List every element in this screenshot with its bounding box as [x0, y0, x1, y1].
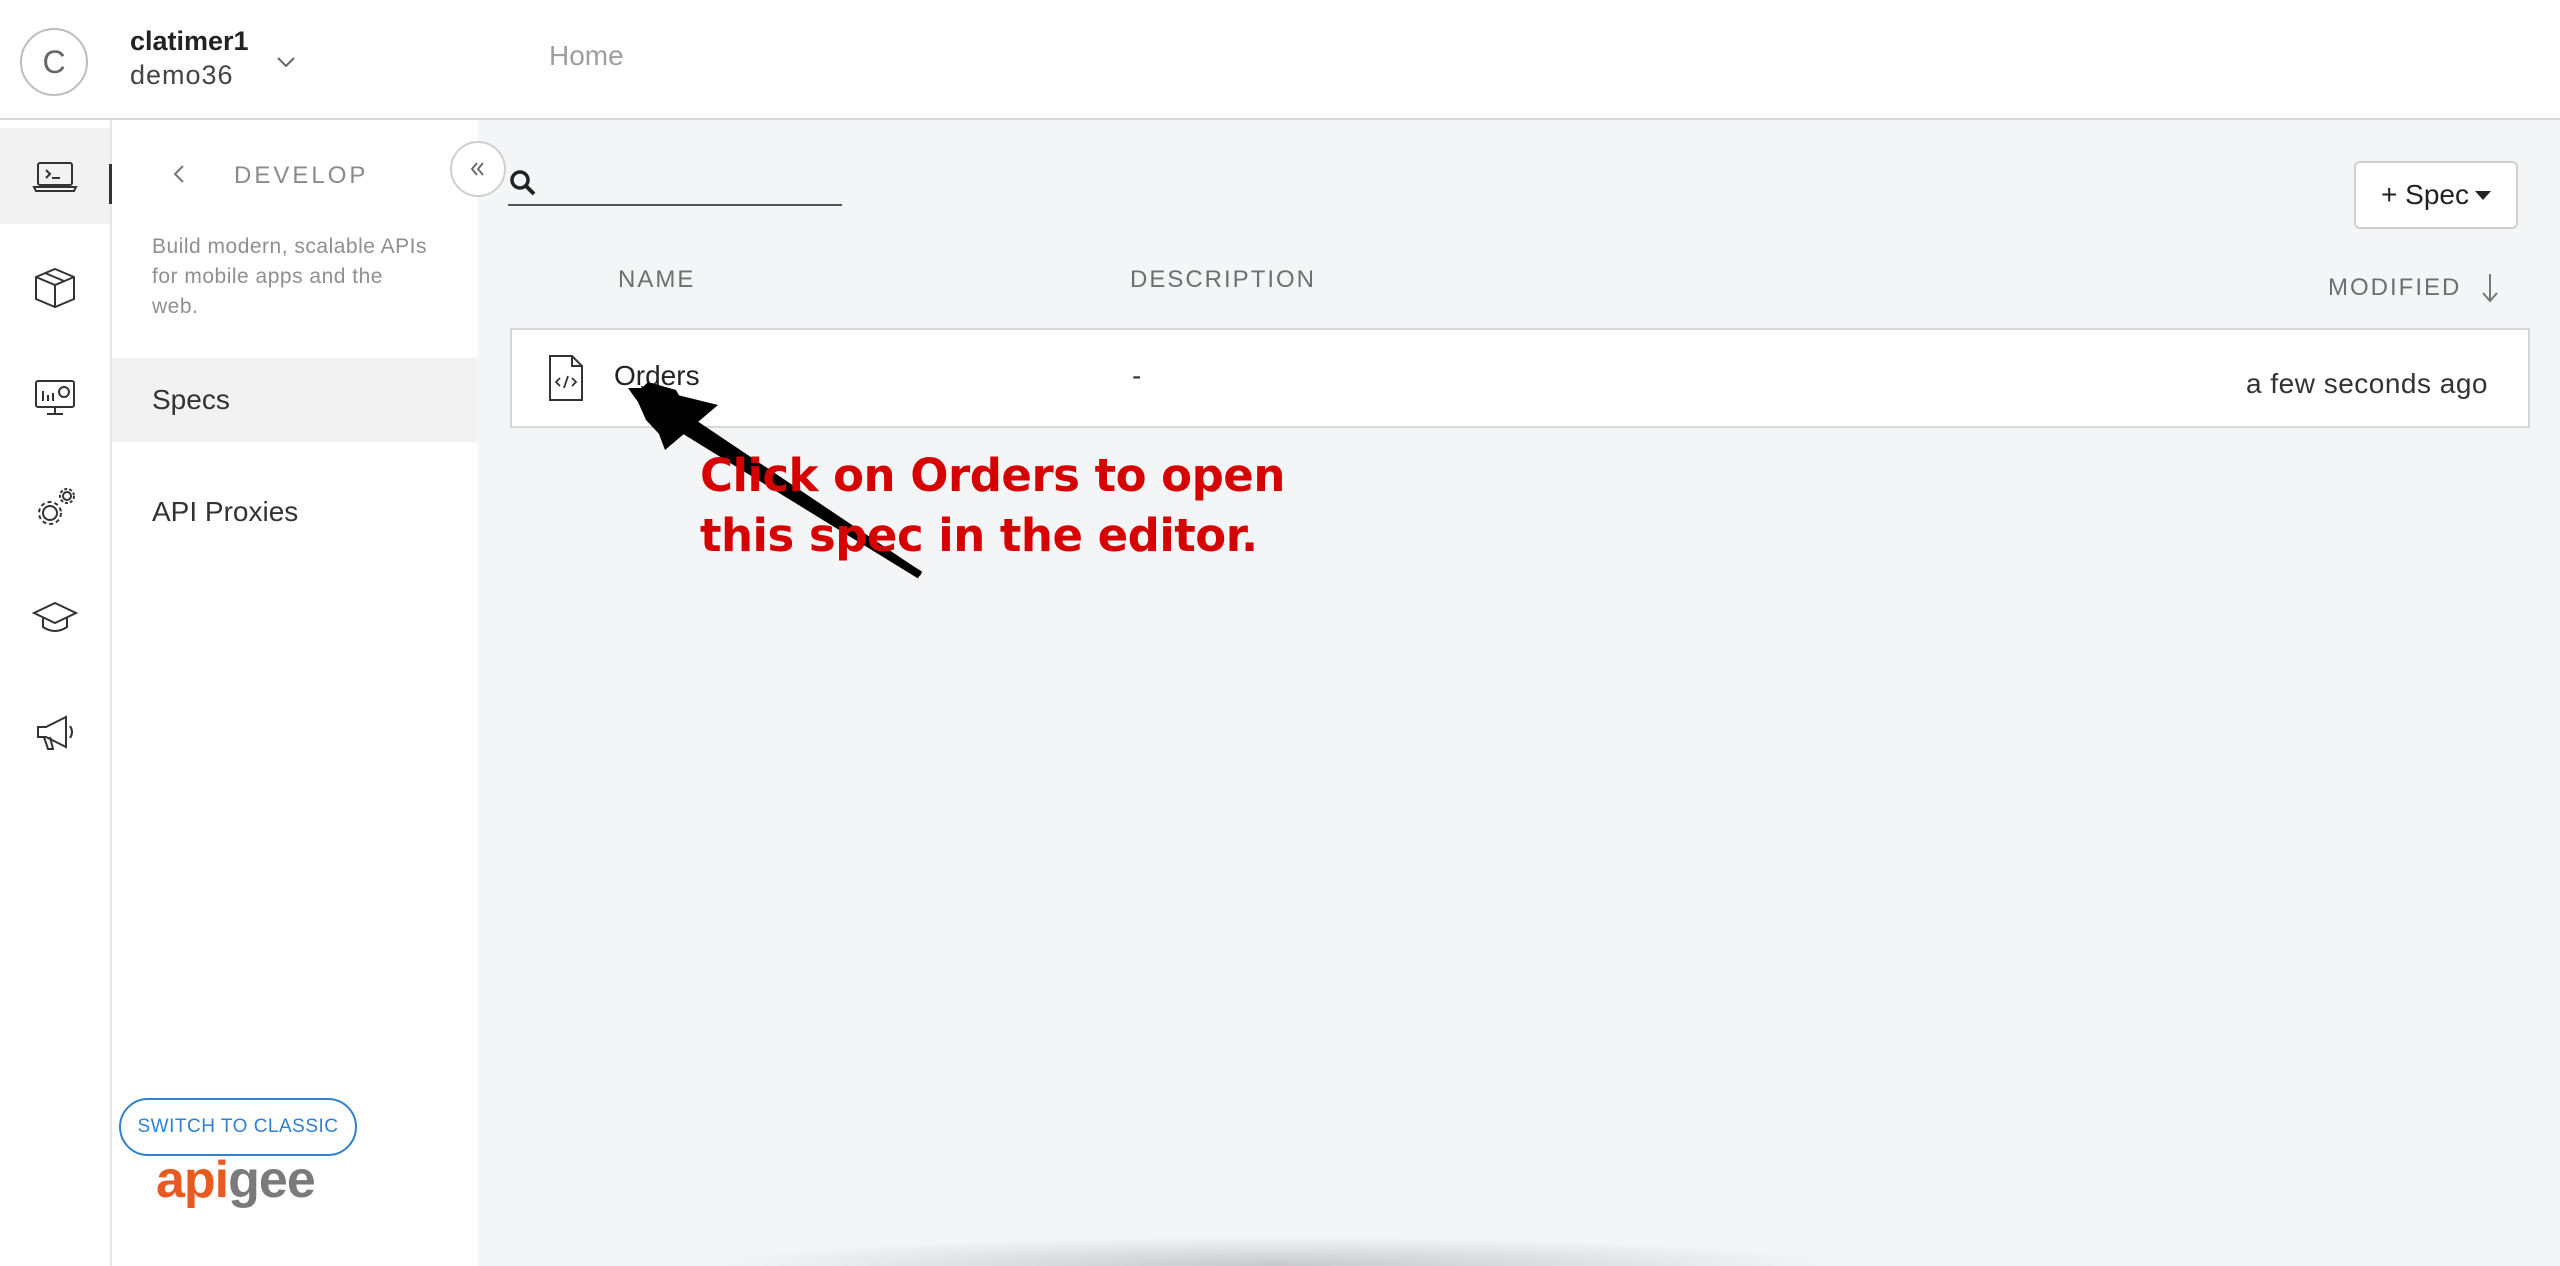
column-header-modified[interactable]: MODIFIED: [2328, 274, 2461, 302]
megaphone-icon: [37, 715, 73, 750]
code-file-icon: [549, 355, 583, 401]
collapse-panel-button[interactable]: [450, 141, 506, 197]
main-content: + Spec NAME DESCRIPTION MODIFIED Orders …: [478, 120, 2560, 1266]
rail-item-announcements[interactable]: [0, 684, 110, 780]
rail-item-develop[interactable]: [0, 128, 112, 224]
column-header-name: NAME: [618, 266, 696, 293]
panel-item-api-proxies[interactable]: API Proxies: [112, 470, 478, 554]
caret-down-icon: [2474, 190, 2491, 200]
terminal-icon: [32, 162, 78, 192]
gears-icon: [38, 488, 75, 525]
top-bar: C clatimer1 demo36 Home: [0, 0, 2560, 120]
rail-item-publish[interactable]: [0, 240, 110, 336]
sort-down-arrow-icon[interactable]: [2480, 272, 2500, 304]
package-icon: [35, 267, 75, 309]
breadcrumb-home[interactable]: Home: [549, 40, 624, 72]
panel-description: Build modern, scalable APIs for mobile a…: [152, 235, 427, 318]
monitor-chart-icon: [35, 380, 75, 415]
column-header-description: DESCRIPTION: [1130, 266, 1317, 293]
search-input[interactable]: [508, 204, 842, 206]
double-chevron-left-icon: [470, 162, 484, 176]
add-spec-button[interactable]: + Spec: [2354, 161, 2518, 229]
user-name[interactable]: clatimer1: [130, 26, 249, 57]
panel-item-specs[interactable]: Specs: [112, 358, 478, 442]
chevron-left-icon[interactable]: [168, 162, 192, 186]
develop-panel: DEVELOP Build modern, scalable APIs for …: [112, 120, 478, 1266]
rail-item-learn[interactable]: [0, 570, 110, 666]
rail-item-admin[interactable]: [0, 460, 110, 556]
chevron-down-icon[interactable]: [274, 50, 298, 74]
org-name[interactable]: demo36: [130, 60, 234, 91]
avatar[interactable]: C: [20, 28, 88, 96]
rail-item-analyze[interactable]: [0, 350, 110, 446]
bottom-shadow: [700, 1236, 1850, 1266]
spec-name-link[interactable]: Orders: [614, 360, 700, 392]
switch-to-classic-button[interactable]: SWITCH TO CLASSIC: [119, 1098, 357, 1156]
search-icon: [510, 170, 536, 196]
spec-modified: a few seconds ago: [2246, 368, 2488, 399]
icon-rail: [0, 120, 112, 1266]
annotation-text: Click on Orders to open this spec in the…: [700, 449, 1285, 562]
table-row[interactable]: Orders - a few seconds ago: [510, 328, 2530, 428]
spec-description: -: [1132, 360, 1142, 391]
panel-title: DEVELOP: [234, 162, 369, 189]
apigee-logo: apigee: [156, 1151, 316, 1209]
graduation-cap-icon: [31, 601, 79, 632]
